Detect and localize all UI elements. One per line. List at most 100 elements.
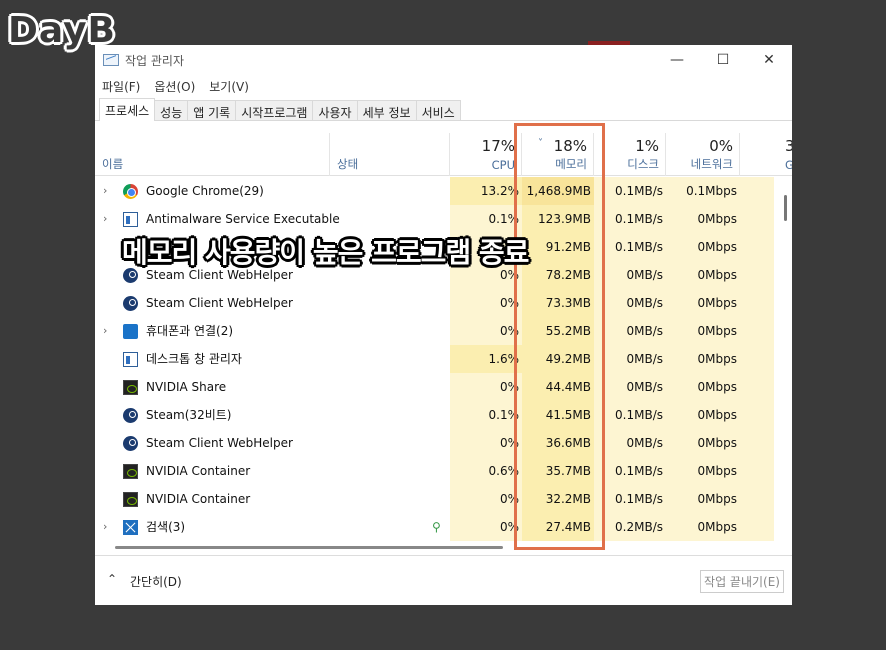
close-button[interactable]: ✕ [746, 45, 792, 75]
gpu-value [740, 177, 774, 205]
chrome-icon [123, 184, 138, 199]
column-name-label: 이름 [102, 157, 124, 171]
vertical-scrollbar[interactable] [784, 195, 787, 221]
expand-chevron-icon[interactable] [103, 401, 115, 429]
expand-chevron-icon[interactable] [103, 457, 115, 485]
gpu-value [740, 373, 774, 401]
network-value: 0Mbps [666, 261, 740, 289]
window-controls: — ☐ ✕ [654, 45, 792, 75]
chevron-up-icon[interactable]: ⌃ [107, 572, 117, 586]
expand-chevron-icon[interactable] [103, 373, 115, 401]
column-network[interactable]: 0% 네트워크 [666, 133, 740, 176]
process-name: 데스크톱 창 관리자 [146, 352, 242, 366]
process-name: 검색(3) [146, 520, 186, 534]
menu-bar: 파일(F) 옵션(O) 보기(V) [95, 75, 792, 97]
process-row[interactable]: › 휴대폰과 연결(2) 0% 55.2MB 0MB/s 0Mbps [95, 317, 792, 345]
nvidia-icon [123, 492, 138, 507]
column-status[interactable]: 상태 [330, 133, 450, 176]
process-row[interactable]: Steam Client WebHelper 0% 36.6MB 0MB/s 0Mbps [95, 429, 792, 457]
process-name: 휴대폰과 연결(2) [146, 324, 234, 338]
minimize-button[interactable]: — [654, 45, 700, 75]
cpu-value: 0.6% [450, 457, 522, 485]
column-gpu[interactable]: 3 G [740, 133, 792, 176]
gpu-value [740, 401, 774, 429]
menu-view[interactable]: 보기(V) [209, 78, 249, 95]
tab-bar: 프로세스 성능 앱 기록 시작프로그램 사용자 세부 정보 서비스 [95, 97, 792, 121]
cpu-value: 0% [450, 289, 522, 317]
tab-performance[interactable]: 성능 [154, 100, 189, 120]
tab-users[interactable]: 사용자 [312, 100, 358, 120]
expand-chevron-icon[interactable] [103, 289, 115, 317]
process-row[interactable]: › 검색(3) ⚲ 0% 27.4MB 0.2MB/s 0Mbps [95, 513, 792, 541]
menu-options[interactable]: 옵션(O) [154, 78, 195, 95]
cpu-value: 13.2% [450, 177, 522, 205]
cpu-total: 17% [481, 137, 515, 155]
end-task-button[interactable]: 작업 끝내기(E) [700, 570, 784, 593]
network-value: 0.1Mbps [666, 177, 740, 205]
gpu-value [740, 485, 774, 513]
cpu-value: 0% [450, 317, 522, 345]
window-title: 작업 관리자 [125, 53, 185, 68]
tab-services[interactable]: 서비스 [415, 100, 461, 120]
cpu-value: 0% [450, 485, 522, 513]
task-manager-window: 작업 관리자 — ☐ ✕ 파일(F) 옵션(O) 보기(V) 프로세스 성능 앱… [95, 45, 792, 605]
gpu-value [740, 513, 774, 541]
process-name: NVIDIA Container [146, 464, 251, 478]
menu-file[interactable]: 파일(F) [102, 78, 140, 95]
gpu-value [740, 261, 774, 289]
network-value: 0Mbps [666, 233, 740, 261]
tab-startup[interactable]: 시작프로그램 [235, 100, 314, 120]
network-value: 0Mbps [666, 345, 740, 373]
column-status-label: 상태 [337, 157, 359, 171]
gpu-value [740, 289, 774, 317]
network-value: 0Mbps [666, 485, 740, 513]
expand-chevron-icon[interactable] [103, 261, 115, 289]
fewer-details-link[interactable]: 간단히(D) [130, 573, 182, 590]
disk-total: 1% [635, 137, 659, 155]
nvidia-icon [123, 464, 138, 479]
process-row[interactable]: Steam Client WebHelper 0% 73.3MB 0MB/s 0Mbps [95, 289, 792, 317]
network-value: 0Mbps [666, 205, 740, 233]
process-name: Steam Client WebHelper [146, 296, 293, 310]
network-value: 0Mbps [666, 513, 740, 541]
column-network-label: 네트워크 [690, 157, 733, 171]
process-row[interactable]: NVIDIA Container 0.6% 35.7MB 0.1MB/s 0Mbps [95, 457, 792, 485]
memory-column-highlight [514, 123, 605, 550]
gpu-value [740, 205, 774, 233]
expand-chevron-icon[interactable] [103, 429, 115, 457]
tab-processes[interactable]: 프로세스 [99, 98, 156, 121]
expand-chevron-icon[interactable] [103, 233, 115, 261]
maximize-button[interactable]: ☐ [700, 45, 746, 75]
process-row[interactable]: Steam(32비트) 0.1% 41.5MB 0.1MB/s 0Mbps [95, 401, 792, 429]
process-row[interactable]: NVIDIA Share 0% 44.4MB 0MB/s 0Mbps [95, 373, 792, 401]
process-row[interactable]: 데스크톱 창 관리자 1.6% 49.2MB 0MB/s 0Mbps [95, 345, 792, 373]
process-row[interactable]: › Antimalware Service Executable 0.1% 123.9… [95, 205, 792, 233]
tab-app-history[interactable]: 앱 기록 [187, 100, 237, 120]
expand-chevron-icon[interactable]: › [103, 513, 115, 541]
steam-icon [123, 436, 138, 451]
process-name: NVIDIA Share [146, 380, 227, 394]
column-name[interactable]: 이름 [95, 133, 330, 176]
expand-chevron-icon[interactable]: › [103, 317, 115, 345]
network-total: 0% [709, 137, 733, 155]
gpu-value [740, 317, 774, 345]
horizontal-scrollbar[interactable] [115, 546, 503, 549]
network-value: 0Mbps [666, 457, 740, 485]
column-cpu[interactable]: 17% CPU [450, 133, 522, 176]
cpu-value: 0.1% [450, 205, 522, 233]
nvidia-icon [123, 380, 138, 395]
expand-chevron-icon[interactable]: › [103, 205, 115, 233]
process-row[interactable]: › Google Chrome(29) 13.2% 1,468.9MB 0.1MB/s 0… [95, 177, 792, 205]
expand-chevron-icon[interactable] [103, 345, 115, 373]
process-name: Steam(32비트) [146, 408, 232, 422]
search-app-icon [123, 520, 138, 535]
cpu-value: 0% [450, 429, 522, 457]
phone-icon [123, 324, 138, 339]
process-row[interactable]: NVIDIA Container 0% 32.2MB 0.1MB/s 0Mbps [95, 485, 792, 513]
gpu-value [740, 457, 774, 485]
expand-chevron-icon[interactable]: › [103, 177, 115, 205]
gpu-value [740, 429, 774, 457]
overlay-caption: 메모리 사용량이 높은 프로그램 종료 [122, 236, 529, 269]
expand-chevron-icon[interactable] [103, 485, 115, 513]
tab-details[interactable]: 세부 정보 [356, 100, 417, 120]
